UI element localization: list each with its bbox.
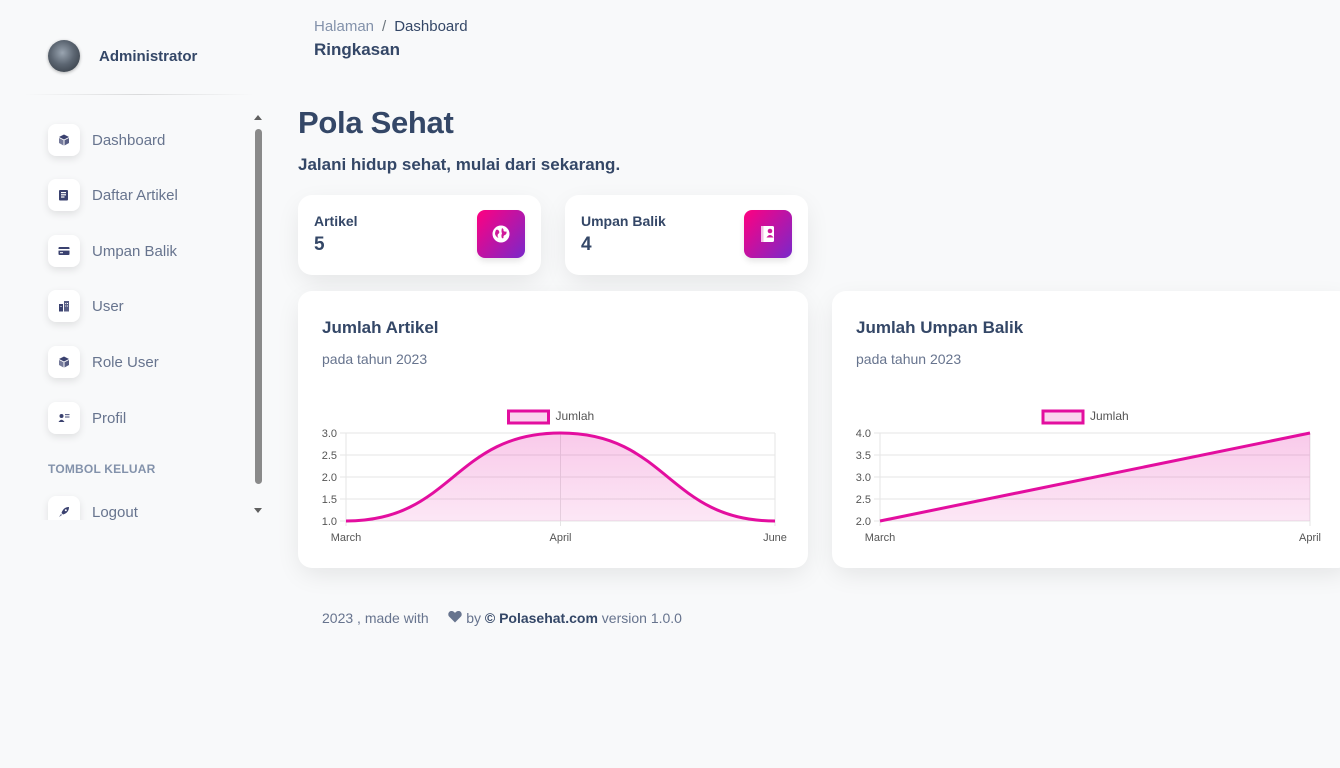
sidebar-item-user[interactable]: User bbox=[48, 290, 124, 322]
sidebar-item-label: Logout bbox=[92, 503, 138, 521]
stat-value: 5 bbox=[314, 234, 325, 255]
stat-label: Umpan Balik bbox=[581, 213, 666, 229]
sidebar-scrollbar[interactable] bbox=[251, 112, 265, 518]
user-badge-icon bbox=[48, 402, 80, 434]
shop-icon bbox=[48, 124, 80, 156]
breadcrumb-separator: / bbox=[382, 18, 387, 35]
sidebar-section-label: TOMBOL KELUAR bbox=[48, 462, 156, 476]
sidebar-item-label: Dashboard bbox=[92, 131, 166, 149]
chart-card-artikel: Jumlah Artikel pada tahun 2023 3.0 2.5 2.0… bbox=[298, 291, 808, 568]
stat-card-artikel: Artikel 5 bbox=[298, 195, 541, 275]
y-tick-label: 3.0 bbox=[856, 472, 871, 484]
sidebar-item-umpan-balik[interactable]: Umpan Balik bbox=[48, 235, 177, 267]
hero-title: Pola Sehat bbox=[298, 105, 454, 140]
y-tick-label: 2.0 bbox=[856, 516, 871, 528]
feedback-icon bbox=[744, 210, 792, 258]
y-tick-label: 2.0 bbox=[322, 472, 337, 484]
footer-by-text: by bbox=[466, 610, 481, 626]
sidebar-item-daftar-artikel[interactable]: Daftar Artikel bbox=[48, 179, 178, 211]
x-tick-label: March bbox=[331, 532, 362, 544]
y-tick-label: 2.5 bbox=[322, 450, 337, 462]
globe-icon bbox=[477, 210, 525, 258]
scroll-down-arrow-icon[interactable] bbox=[254, 508, 262, 513]
sidebar-brand[interactable]: Administrator bbox=[48, 40, 197, 72]
footer-version: version 1.0.0 bbox=[601, 610, 682, 626]
y-tick-label: 3.0 bbox=[322, 428, 337, 440]
x-tick-label: April bbox=[1299, 532, 1321, 544]
sidebar: Administrator Dashboard Daftar Artikel U… bbox=[0, 0, 270, 768]
user-name: Administrator bbox=[99, 47, 198, 65]
sidebar-item-label: User bbox=[92, 297, 124, 315]
scroll-thumb[interactable] bbox=[255, 129, 262, 484]
footer: 2023 , made with by © Polasehat.com vers… bbox=[322, 594, 682, 642]
y-tick-label: 2.5 bbox=[856, 494, 871, 506]
box-icon bbox=[48, 346, 80, 378]
sidebar-item-profil[interactable]: Profil bbox=[48, 402, 126, 434]
legend-swatch bbox=[507, 409, 550, 425]
legend-label: Jumlah bbox=[1090, 409, 1129, 423]
x-tick-label: March bbox=[865, 532, 896, 544]
legend-label: Jumlah bbox=[556, 409, 595, 423]
sidebar-item-label: Daftar Artikel bbox=[92, 186, 178, 204]
x-tick-label: April bbox=[549, 532, 571, 544]
legend-swatch bbox=[1041, 409, 1085, 425]
footer-brand-link[interactable]: © Polasehat.com bbox=[485, 610, 598, 626]
stat-label: Artikel bbox=[314, 213, 358, 229]
chart-card-umpan-balik: Jumlah Umpan Balik pada tahun 2023 4.0 3.… bbox=[832, 291, 1340, 568]
breadcrumb-current: Dashboard bbox=[394, 18, 468, 35]
sidebar-item-label: Umpan Balik bbox=[92, 242, 178, 260]
footer-text: 2023 , made with bbox=[322, 610, 429, 626]
y-tick-label: 3.5 bbox=[856, 450, 871, 462]
chart-artikel: 3.0 2.5 2.0 1.5 1.0 March April June Jumlah bbox=[322, 409, 787, 544]
sidebar-item-dashboard[interactable]: Dashboard bbox=[48, 124, 165, 156]
stat-value: 4 bbox=[581, 234, 592, 255]
sidebar-divider bbox=[24, 94, 254, 95]
chart-umpan-balik: 4.0 3.5 3.0 2.5 2.0 March April Jumlah bbox=[856, 409, 1321, 544]
page-title: Ringkasan bbox=[314, 40, 400, 59]
x-tick-label: June bbox=[763, 532, 787, 544]
sidebar-item-role-user[interactable]: Role User bbox=[48, 346, 159, 378]
scroll-up-arrow-icon[interactable] bbox=[254, 115, 262, 120]
building-icon bbox=[48, 290, 80, 322]
y-tick-label: 4.0 bbox=[856, 428, 871, 440]
credit-card-icon bbox=[48, 235, 80, 267]
stat-card-umpan-balik: Umpan Balik 4 bbox=[565, 195, 808, 275]
document-icon bbox=[48, 179, 80, 211]
breadcrumb-parent-link[interactable]: Halaman bbox=[314, 18, 374, 35]
heart-icon bbox=[433, 594, 463, 642]
y-tick-label: 1.5 bbox=[322, 494, 337, 506]
breadcrumb: Halaman / Dashboard bbox=[314, 18, 468, 35]
y-tick-label: 1.0 bbox=[322, 516, 337, 528]
rocket-icon bbox=[48, 496, 80, 520]
sidebar-item-logout[interactable]: Logout bbox=[48, 496, 138, 520]
sidebar-item-label: Role User bbox=[92, 353, 159, 371]
sidebar-nav: Dashboard Daftar Artikel Umpan Balik Use… bbox=[0, 112, 270, 520]
avatar bbox=[48, 40, 80, 72]
sidebar-item-label: Profil bbox=[92, 409, 127, 427]
hero-subtitle: Jalani hidup sehat, mulai dari sekarang. bbox=[298, 155, 621, 174]
